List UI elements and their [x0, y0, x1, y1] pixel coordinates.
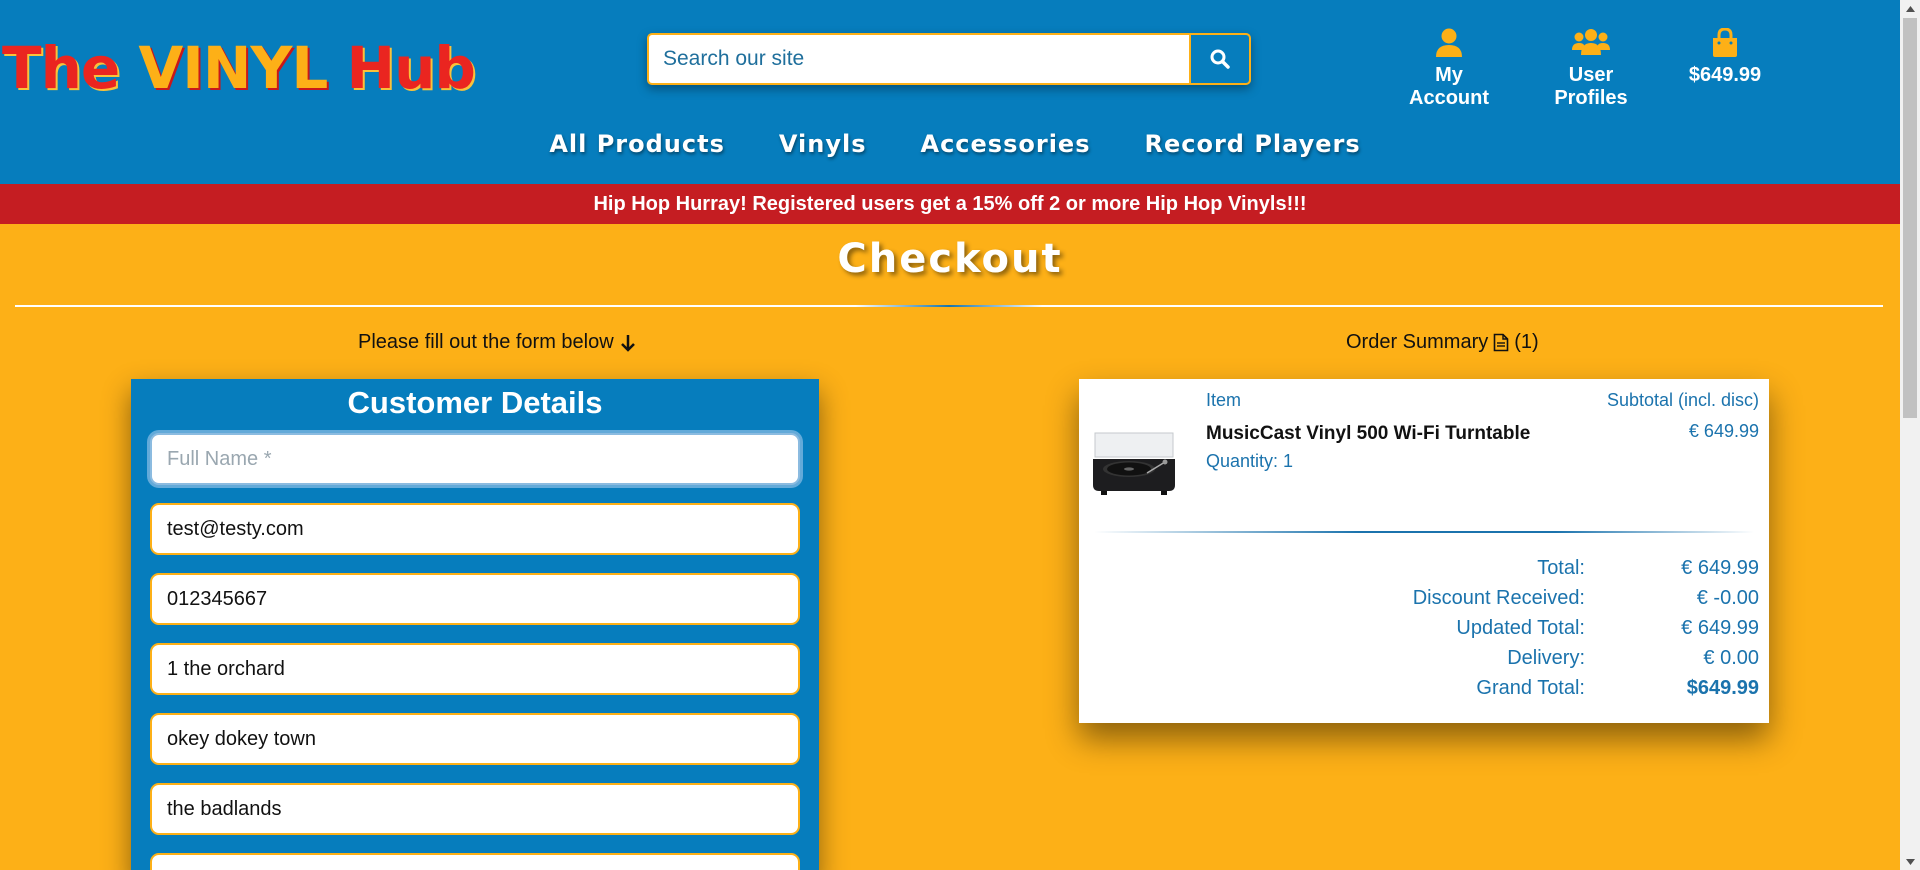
- title-divider: [15, 305, 1883, 307]
- discount-row: Discount Received: € -0.00: [1079, 587, 1769, 617]
- page-title: Checkout: [837, 236, 1063, 282]
- item-column-header: Item: [1206, 390, 1242, 410]
- user-profiles-label: User Profiles: [1554, 64, 1628, 109]
- form-instruction: Please fill out the form below: [358, 331, 636, 354]
- nav-accessories[interactable]: Accessories: [921, 130, 1091, 164]
- updated-total-value: € 649.99: [1681, 617, 1759, 639]
- search-bar: [647, 33, 1251, 85]
- site-logo[interactable]: The VINYL Hub: [2, 28, 476, 108]
- page-scrollbar[interactable]: [1900, 0, 1920, 870]
- search-icon: [1210, 49, 1230, 69]
- full-name-field[interactable]: [150, 433, 800, 485]
- discount-label: Discount Received:: [1412, 587, 1585, 609]
- next-form-field[interactable]: [150, 853, 800, 870]
- order-summary-card: Item Subtotal (incl. disc) MusicCast Vin…: [1079, 379, 1769, 723]
- scroll-down-arrow-icon: [1905, 858, 1915, 865]
- file-icon: [1493, 333, 1509, 352]
- item-name[interactable]: MusicCast Vinyl 500 Wi-Fi Turntable: [1206, 423, 1530, 445]
- email-field[interactable]: [150, 503, 800, 555]
- search-button[interactable]: [1189, 33, 1251, 85]
- customer-details-form: Customer Details: [131, 379, 819, 870]
- total-label: Total:: [1537, 557, 1585, 579]
- nav-record-players[interactable]: Record Players: [1145, 130, 1361, 164]
- arrow-down-icon: [620, 334, 635, 352]
- grand-total-label: Grand Total:: [1476, 677, 1585, 699]
- summary-divider: [1094, 531, 1754, 533]
- scrollbar-thumb[interactable]: [1903, 18, 1917, 418]
- grand-total-value: $649.99: [1686, 677, 1759, 699]
- delivery-label: Delivery:: [1507, 647, 1585, 669]
- scroll-up-button[interactable]: [1900, 0, 1920, 17]
- user-profiles-link[interactable]: User Profiles: [1541, 28, 1641, 110]
- logo-text-the: The: [2, 34, 139, 102]
- delivery-value: € 0.00: [1703, 647, 1759, 669]
- total-value: € 649.99: [1681, 557, 1759, 579]
- form-title: Customer Details: [347, 385, 603, 420]
- total-row: Total: € 649.99: [1079, 557, 1769, 587]
- updated-total-label: Updated Total:: [1456, 617, 1585, 639]
- delivery-row: Delivery: € 0.00: [1079, 647, 1769, 677]
- logo-text-hub: Hub: [327, 34, 476, 102]
- order-summary-heading: Order Summary (1): [1346, 331, 1539, 354]
- users-icon: [1572, 29, 1610, 55]
- user-icon: [1436, 28, 1462, 57]
- cart-link[interactable]: $649.99: [1683, 28, 1767, 87]
- site-header: The VINYL Hub My Account User Profiles: [0, 0, 1900, 184]
- street-address-1-field[interactable]: [150, 643, 800, 695]
- updated-total-row: Updated Total: € 649.99: [1079, 617, 1769, 647]
- turntable-product-image[interactable]: [1091, 429, 1177, 499]
- form-instruction-text: Please fill out the form below: [358, 331, 614, 353]
- promo-banner: Hip Hop Hurray! Registered users get a 1…: [0, 184, 1900, 224]
- grand-total-row: Grand Total: $649.99: [1079, 677, 1769, 707]
- item-subtotal: € 649.99: [1688, 421, 1759, 441]
- nav-all-products[interactable]: All Products: [549, 130, 725, 164]
- subtotal-column-header: Subtotal (incl. disc): [1606, 390, 1759, 410]
- order-summary-title: Order Summary: [1346, 331, 1489, 353]
- my-account-link[interactable]: My Account: [1404, 28, 1494, 110]
- search-input[interactable]: [647, 33, 1189, 85]
- cart-total: $649.99: [1688, 64, 1762, 86]
- main-nav: All Products Vinyls Accessories Record P…: [0, 130, 1900, 164]
- nav-vinyls[interactable]: Vinyls: [779, 130, 867, 164]
- order-item-count: (1): [1514, 331, 1539, 353]
- item-quantity: Quantity: 1: [1206, 451, 1294, 471]
- street-address-2-field[interactable]: [150, 783, 800, 835]
- logo-text-vinyl: VINYL: [138, 34, 328, 102]
- discount-value: € -0.00: [1696, 587, 1759, 609]
- my-account-label: My Account: [1409, 64, 1489, 109]
- phone-field[interactable]: [150, 573, 800, 625]
- town-city-field[interactable]: [150, 713, 800, 765]
- scroll-down-button[interactable]: [1900, 853, 1920, 870]
- scroll-up-arrow-icon: [1905, 5, 1915, 12]
- shopping-bag-icon: [1713, 28, 1737, 57]
